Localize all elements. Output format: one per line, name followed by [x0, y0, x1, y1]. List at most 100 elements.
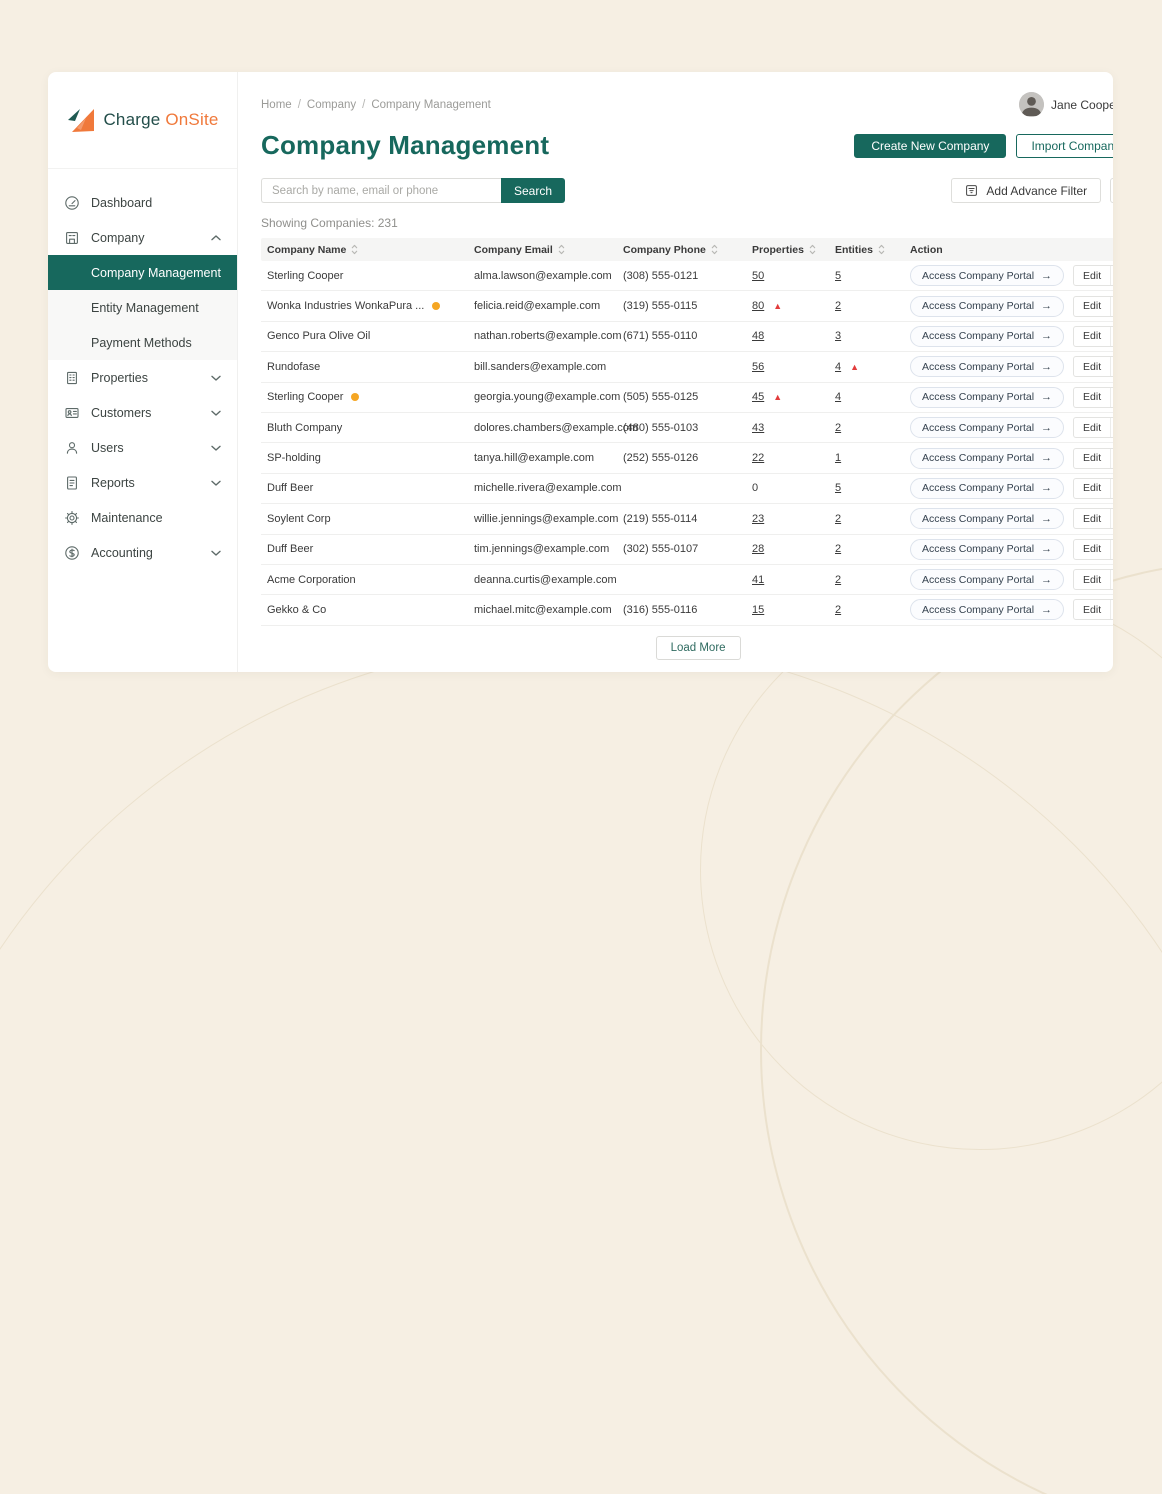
- access-company-portal-button[interactable]: Access Company Portal →: [910, 387, 1064, 408]
- sidebar-item-properties[interactable]: Properties: [48, 360, 237, 395]
- more-options-icon[interactable]: ⋮: [1111, 418, 1113, 437]
- access-company-portal-button[interactable]: Access Company Portal →: [910, 599, 1064, 620]
- sidebar-subitem-entity-management[interactable]: Entity Management: [48, 290, 237, 325]
- edit-button[interactable]: Edit: [1074, 570, 1110, 589]
- more-options-icon[interactable]: ⋮: [1111, 357, 1113, 376]
- sidebar-item-dashboard[interactable]: Dashboard: [48, 185, 237, 220]
- search-input[interactable]: [261, 178, 501, 203]
- column-header-action[interactable]: Action: [910, 244, 1113, 256]
- sort-icon[interactable]: [809, 244, 816, 255]
- company-phone: (316) 555-0116: [623, 604, 752, 616]
- import-company-button[interactable]: Import Company: [1016, 134, 1113, 158]
- column-header-entities[interactable]: Entities: [835, 244, 910, 256]
- access-company-portal-button[interactable]: Access Company Portal →: [910, 296, 1064, 317]
- access-company-portal-button[interactable]: Access Company Portal →: [910, 265, 1064, 286]
- breadcrumb-item[interactable]: Company: [307, 99, 356, 111]
- more-options-icon[interactable]: ⋮: [1111, 388, 1113, 407]
- sort-icon[interactable]: [351, 244, 358, 255]
- access-company-portal-button[interactable]: Access Company Portal →: [910, 569, 1064, 590]
- access-company-portal-button[interactable]: Access Company Portal →: [910, 539, 1064, 560]
- edit-button[interactable]: Edit: [1074, 600, 1110, 619]
- edit-button[interactable]: Edit: [1074, 388, 1110, 407]
- load-more-button[interactable]: Load More: [656, 636, 741, 660]
- entities-count[interactable]: 4: [835, 391, 841, 403]
- edit-button[interactable]: Edit: [1074, 327, 1110, 346]
- column-header-company-email[interactable]: Company Email: [474, 244, 623, 256]
- arrow-right-icon: →: [1041, 604, 1052, 616]
- access-company-portal-button[interactable]: Access Company Portal →: [910, 478, 1064, 499]
- entities-count[interactable]: 2: [835, 604, 841, 616]
- edit-button[interactable]: Edit: [1074, 266, 1110, 285]
- more-options-icon[interactable]: ⋮: [1111, 570, 1113, 589]
- properties-count[interactable]: 43: [752, 422, 764, 434]
- sort-icon[interactable]: [558, 244, 565, 255]
- add-advance-filter-button[interactable]: Add Advance Filter: [951, 178, 1101, 203]
- entities-count[interactable]: 3: [835, 330, 841, 342]
- brand-logo[interactable]: Charge OnSite: [48, 72, 237, 169]
- edit-button[interactable]: Edit: [1074, 297, 1110, 316]
- properties-count[interactable]: 23: [752, 513, 764, 525]
- search-button[interactable]: Search: [501, 178, 565, 203]
- entities-count[interactable]: 2: [835, 543, 841, 555]
- access-company-portal-button[interactable]: Access Company Portal →: [910, 448, 1064, 469]
- edit-button[interactable]: Edit: [1074, 540, 1110, 559]
- sidebar-item-customers[interactable]: Customers: [48, 395, 237, 430]
- properties-count[interactable]: 28: [752, 543, 764, 555]
- arrow-right-icon: →: [1041, 300, 1052, 312]
- create-new-company-button[interactable]: Create New Company: [854, 134, 1006, 158]
- entities-count[interactable]: 2: [835, 574, 841, 586]
- sidebar-subitem-company-management[interactable]: Company Management: [48, 255, 237, 290]
- entities-count[interactable]: 2: [835, 422, 841, 434]
- entities-count[interactable]: 5: [835, 482, 841, 494]
- properties-count[interactable]: 22: [752, 452, 764, 464]
- access-company-portal-button[interactable]: Access Company Portal →: [910, 508, 1064, 529]
- edit-button[interactable]: Edit: [1074, 509, 1110, 528]
- table-settings-button[interactable]: ⚙: [1110, 178, 1113, 203]
- company-phone: (505) 555-0125: [623, 391, 752, 403]
- more-options-icon[interactable]: ⋮: [1111, 509, 1113, 528]
- column-header-company-phone[interactable]: Company Phone: [623, 244, 752, 256]
- sort-icon[interactable]: [878, 244, 885, 255]
- user-menu[interactable]: Jane Cooper ⌄: [1019, 92, 1113, 117]
- main-content: Home/Company/Company Management Jane Coo…: [238, 72, 1113, 672]
- entities-count[interactable]: 5: [835, 270, 841, 282]
- sidebar-subitem-payment-methods[interactable]: Payment Methods: [48, 325, 237, 360]
- more-options-icon[interactable]: ⋮: [1111, 540, 1113, 559]
- sidebar-item-reports[interactable]: Reports: [48, 465, 237, 500]
- entities-count[interactable]: 2: [835, 513, 841, 525]
- sidebar-item-users[interactable]: Users: [48, 430, 237, 465]
- company-phone: (319) 555-0115: [623, 300, 752, 312]
- properties-count[interactable]: 48: [752, 330, 764, 342]
- breadcrumb-item[interactable]: Home: [261, 99, 292, 111]
- edit-button[interactable]: Edit: [1074, 449, 1110, 468]
- properties-count[interactable]: 45: [752, 391, 764, 403]
- access-company-portal-button[interactable]: Access Company Portal →: [910, 326, 1064, 347]
- properties-count[interactable]: 50: [752, 270, 764, 282]
- more-options-icon[interactable]: ⋮: [1111, 449, 1113, 468]
- more-options-icon[interactable]: ⋮: [1111, 266, 1113, 285]
- sort-icon[interactable]: [711, 244, 718, 255]
- entities-count[interactable]: 4: [835, 361, 841, 373]
- more-options-icon[interactable]: ⋮: [1111, 327, 1113, 346]
- company-phone: (671) 555-0110: [623, 330, 752, 342]
- properties-count[interactable]: 41: [752, 574, 764, 586]
- more-options-icon[interactable]: ⋮: [1111, 297, 1113, 316]
- properties-count[interactable]: 0: [752, 482, 758, 494]
- edit-button[interactable]: Edit: [1074, 418, 1110, 437]
- column-header-company-name[interactable]: Company Name: [261, 244, 474, 256]
- entities-count[interactable]: 2: [835, 300, 841, 312]
- properties-count[interactable]: 80: [752, 300, 764, 312]
- column-header-properties[interactable]: Properties: [752, 244, 835, 256]
- more-options-icon[interactable]: ⋮: [1111, 479, 1113, 498]
- properties-count[interactable]: 56: [752, 361, 764, 373]
- edit-button[interactable]: Edit: [1074, 357, 1110, 376]
- properties-count[interactable]: 15: [752, 604, 764, 616]
- sidebar-item-company[interactable]: Company: [48, 220, 237, 255]
- entities-count[interactable]: 1: [835, 452, 841, 464]
- sidebar-item-maintenance[interactable]: Maintenance: [48, 500, 237, 535]
- more-options-icon[interactable]: ⋮: [1111, 600, 1113, 619]
- edit-button[interactable]: Edit: [1074, 479, 1110, 498]
- access-company-portal-button[interactable]: Access Company Portal →: [910, 356, 1064, 377]
- sidebar-item-accounting[interactable]: Accounting: [48, 535, 237, 570]
- access-company-portal-button[interactable]: Access Company Portal →: [910, 417, 1064, 438]
